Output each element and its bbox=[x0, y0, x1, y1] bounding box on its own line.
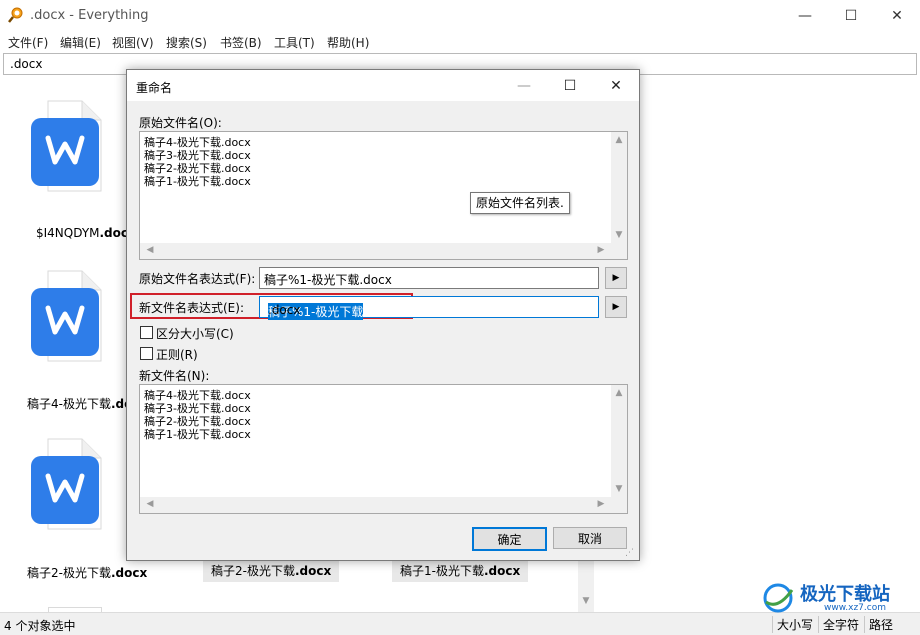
new-names-label: 新文件名(N): bbox=[139, 369, 210, 383]
watermark-logo-icon bbox=[763, 583, 794, 613]
file-name: 稿子4-极光下载.do bbox=[27, 397, 133, 411]
menu-bookmarks[interactable]: 书签(B) bbox=[220, 34, 262, 51]
status-match-path[interactable]: 路径 bbox=[864, 616, 893, 633]
tooltip: 原始文件名列表. bbox=[470, 192, 570, 214]
list-item: 稿子1-极光下载.docx bbox=[144, 175, 251, 188]
scroll-up-icon[interactable]: ▲ bbox=[611, 388, 627, 398]
new-expression-label: 新文件名表达式(E): bbox=[139, 301, 244, 315]
list-item: 稿子3-极光下载.docx bbox=[144, 402, 251, 415]
match-case-label[interactable]: 区分大小写(C) bbox=[156, 325, 234, 342]
list-vertical-scrollbar[interactable]: ▲ ▼ bbox=[611, 132, 627, 243]
resize-grip-icon[interactable]: ⋰ bbox=[625, 548, 634, 558]
new-expression-input[interactable]: 稿子%1-极光下载 .docx bbox=[259, 296, 599, 320]
list-item: 稿子2-极光下载.docx bbox=[144, 415, 251, 428]
list-item: 稿子3-极光下载.docx bbox=[144, 149, 251, 162]
watermark-logo: 极光下载站 www.xz7.com bbox=[760, 578, 920, 618]
original-names-label: 原始文件名(O): bbox=[139, 116, 222, 130]
status-match-case[interactable]: 大小写 bbox=[772, 616, 813, 633]
menu-help[interactable]: 帮助(H) bbox=[327, 34, 369, 51]
watermark-url: www.xz7.com bbox=[824, 603, 886, 613]
scroll-down-icon[interactable]: ▼ bbox=[611, 484, 627, 494]
scroll-right-icon[interactable]: ▶ bbox=[593, 499, 609, 509]
menu-search[interactable]: 搜索(S) bbox=[166, 34, 207, 51]
file-name: 稿子2-极光下载.docx bbox=[27, 566, 148, 580]
scroll-up-icon[interactable]: ▲ bbox=[611, 135, 627, 145]
dialog-close-button[interactable]: ✕ bbox=[593, 70, 639, 101]
scroll-down-icon[interactable]: ▼ bbox=[611, 230, 627, 240]
window-title: .docx - Everything bbox=[30, 8, 149, 23]
original-expression-value: 稿子%1-极光下载.docx bbox=[264, 273, 392, 287]
ok-button[interactable]: 确定 bbox=[472, 527, 547, 551]
scrollbar-corner bbox=[611, 497, 627, 513]
scroll-left-icon[interactable]: ◀ bbox=[142, 499, 158, 509]
dialog-title: 重命名 bbox=[136, 81, 173, 95]
match-case-checkbox[interactable] bbox=[140, 326, 153, 339]
regex-checkbox[interactable] bbox=[140, 347, 153, 360]
list-horizontal-scrollbar[interactable]: ◀ ▶ bbox=[140, 243, 611, 259]
file-name: $I4NQDYM.docx bbox=[36, 226, 136, 240]
list-vertical-scrollbar[interactable]: ▲ ▼ bbox=[611, 385, 627, 497]
wps-document-icon bbox=[31, 438, 102, 530]
list-item: 稿子2-极光下载.docx bbox=[144, 162, 251, 175]
dialog-minimize-button[interactable]: — bbox=[501, 70, 547, 101]
search-value: .docx bbox=[10, 57, 43, 71]
list-item: 稿子1-极光下载.docx bbox=[144, 428, 251, 441]
status-selection-count: 4 个对象选中 bbox=[4, 619, 76, 633]
dialog-maximize-button[interactable]: ☐ bbox=[547, 70, 593, 101]
dialog-titlebar: 重命名 — ☐ ✕ bbox=[127, 70, 639, 101]
close-button[interactable]: ✕ bbox=[874, 0, 920, 32]
wps-document-icon bbox=[31, 100, 102, 192]
status-match-whole-word[interactable]: 全字符 bbox=[818, 616, 859, 633]
new-names-list[interactable]: 稿子4-极光下载.docx 稿子3-极光下载.docx 稿子2-极光下载.doc… bbox=[139, 384, 628, 514]
results-scrollbar[interactable]: ▼ bbox=[578, 560, 594, 612]
list-item: 稿子4-极光下载.docx bbox=[144, 389, 251, 402]
menu-edit[interactable]: 编辑(E) bbox=[60, 34, 101, 51]
selected-file-name[interactable]: 稿子2-极光下载.docx bbox=[203, 560, 340, 582]
list-item: 稿子4-极光下载.docx bbox=[144, 136, 251, 149]
menu-bar: 文件(F) 编辑(E) 视图(V) 搜索(S) 书签(B) 工具(T) 帮助(H… bbox=[0, 32, 920, 52]
original-expression-input[interactable]: 稿子%1-极光下载.docx bbox=[259, 267, 599, 289]
arrow-right-icon: ▶ bbox=[612, 273, 620, 283]
menu-view[interactable]: 视图(V) bbox=[112, 34, 154, 51]
regex-label[interactable]: 正则(R) bbox=[156, 346, 198, 363]
selected-file-name[interactable]: 稿子1-极光下载.docx bbox=[392, 560, 529, 582]
original-expression-label: 原始文件名表达式(F): bbox=[139, 272, 256, 286]
maximize-button[interactable]: ☐ bbox=[828, 0, 874, 32]
original-expression-menu-button[interactable]: ▶ bbox=[605, 267, 627, 289]
list-horizontal-scrollbar[interactable]: ◀ ▶ bbox=[140, 497, 611, 513]
scroll-right-icon[interactable]: ▶ bbox=[593, 245, 609, 255]
cancel-button[interactable]: 取消 bbox=[553, 527, 627, 549]
menu-file[interactable]: 文件(F) bbox=[8, 34, 48, 51]
scroll-down-icon[interactable]: ▼ bbox=[578, 596, 594, 606]
window-titlebar: .docx - Everything — ☐ ✕ bbox=[0, 0, 920, 32]
arrow-right-icon: ▶ bbox=[612, 302, 620, 312]
new-expression-menu-button[interactable]: ▶ bbox=[605, 296, 627, 318]
everything-app-icon bbox=[8, 7, 23, 23]
wps-document-icon bbox=[31, 270, 102, 362]
rename-dialog: 重命名 — ☐ ✕ 原始文件名(O): 稿子4-极光下载.docx 稿子3-极光… bbox=[126, 69, 640, 561]
minimize-button[interactable]: — bbox=[782, 0, 828, 32]
menu-tools[interactable]: 工具(T) bbox=[274, 34, 315, 51]
scrollbar-corner bbox=[611, 243, 627, 259]
scroll-left-icon[interactable]: ◀ bbox=[142, 245, 158, 255]
